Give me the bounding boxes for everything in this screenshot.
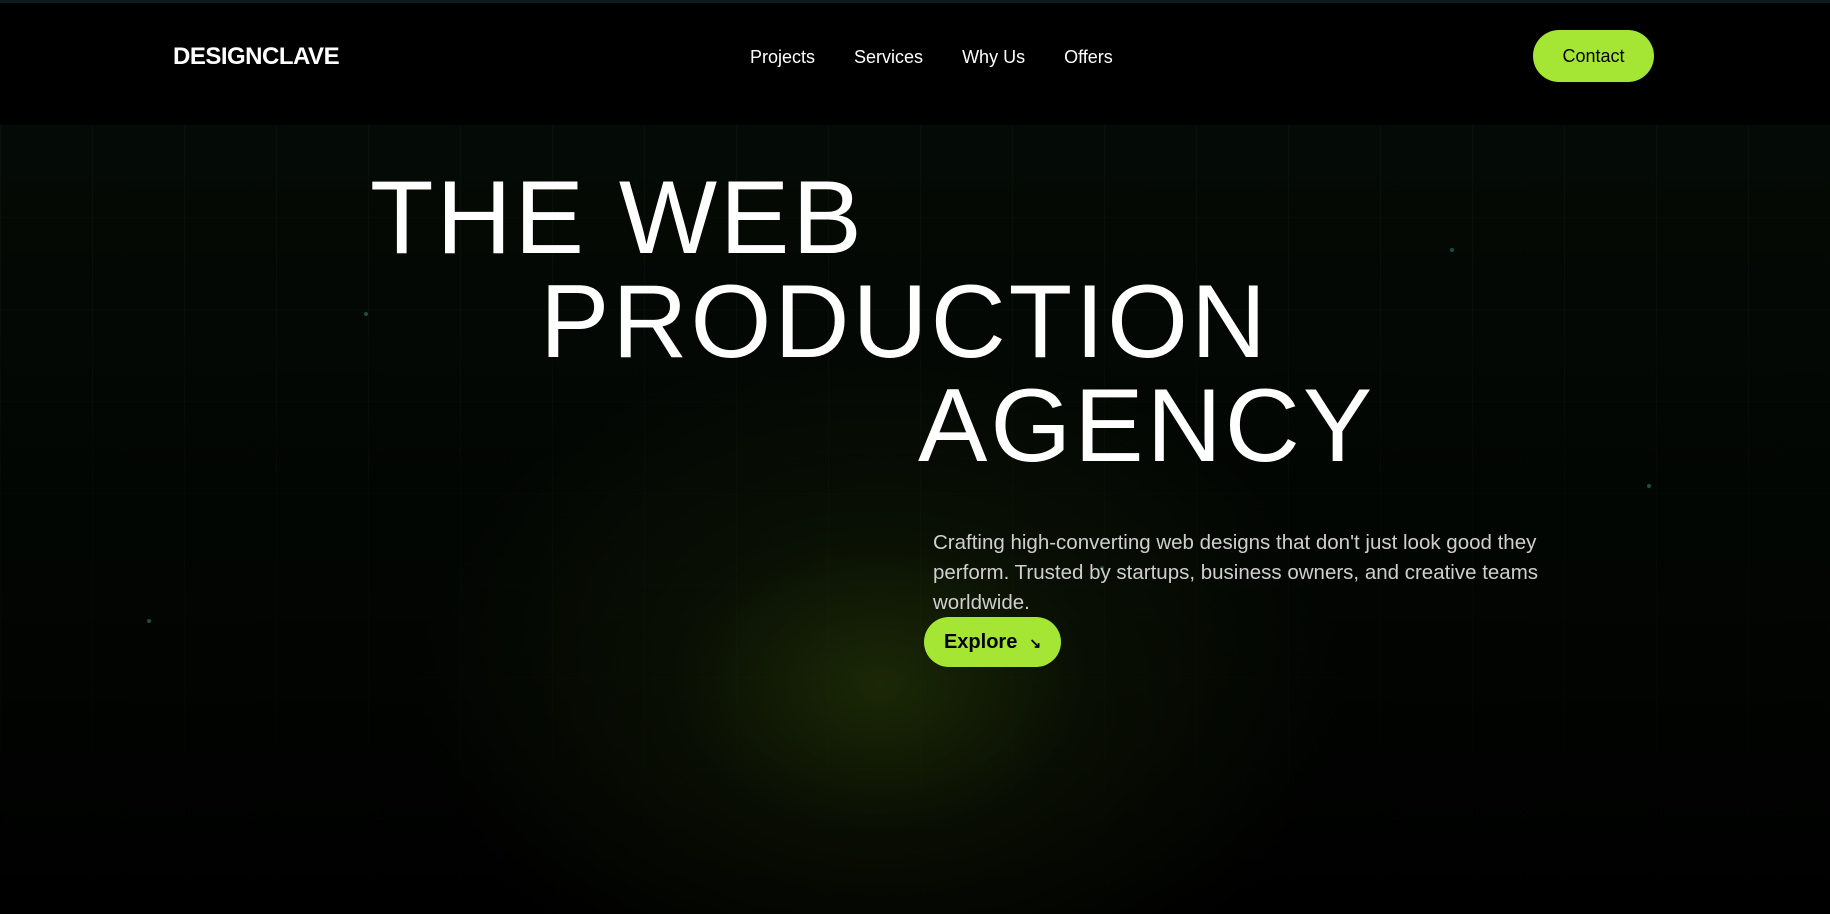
logo[interactable]: DESIGNCLAVE: [173, 43, 340, 71]
headline-line-2: PRODUCTION: [540, 264, 1270, 380]
decor-dot: [364, 312, 368, 316]
page: DESIGNCLAVE Projects Services Why Us Off…: [0, 0, 1830, 914]
decor-dot: [1647, 484, 1651, 488]
nav-link-offers[interactable]: Offers: [1064, 47, 1113, 68]
headline-line-1: THE WEB: [370, 160, 865, 276]
nav-link-projects[interactable]: Projects: [750, 47, 815, 68]
nav-link-services[interactable]: Services: [854, 47, 923, 68]
nav-links: Projects Services Why Us Offers: [750, 47, 1113, 68]
nav-link-why-us[interactable]: Why Us: [962, 47, 1025, 68]
contact-button[interactable]: Contact: [1533, 30, 1654, 82]
arrow-down-right-icon: ↘: [1029, 634, 1042, 651]
hero-grid: [0, 125, 1830, 914]
decor-dot: [1450, 248, 1454, 252]
explore-label: Explore: [943, 630, 1018, 653]
explore-button[interactable]: Explore ↘: [924, 617, 1061, 667]
headline-line-3: AGENCY: [918, 368, 1376, 484]
decor-dot: [147, 619, 151, 623]
top-nav: DESIGNCLAVE Projects Services Why Us Off…: [0, 3, 1830, 125]
hero-subtitle: Crafting high-converting web designs tha…: [933, 530, 1539, 614]
